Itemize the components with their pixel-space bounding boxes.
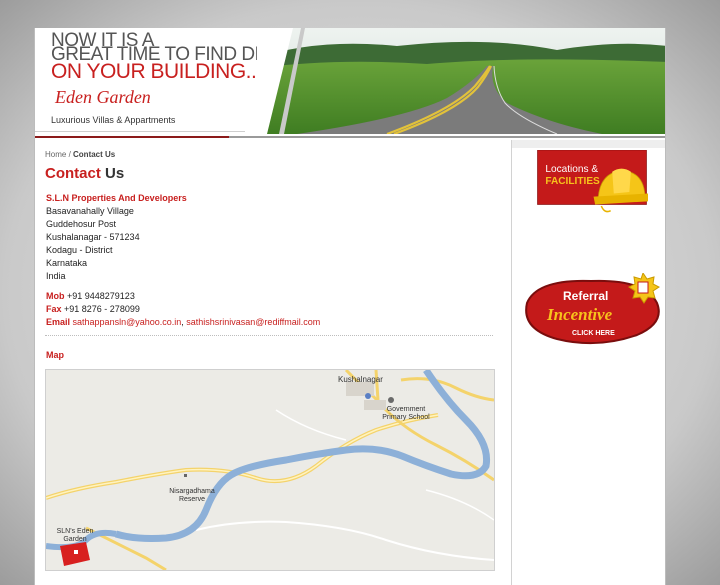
fax-label: Fax <box>46 304 62 314</box>
road-landscape-image <box>257 28 665 134</box>
mobile-row: Mob +91 9448279123 <box>46 290 320 303</box>
banner-divider <box>35 131 245 132</box>
click-here-text: CLICK HERE <box>572 330 615 337</box>
address-line: Karnataka <box>46 258 88 268</box>
page-background: NOW IT IS A GREAT TIME TO FIND DEALS ON … <box>0 0 720 585</box>
map-label-site: SLN's Eden Garden <box>56 528 94 543</box>
page-container: NOW IT IS A GREAT TIME TO FIND DEALS ON … <box>34 28 666 585</box>
banner-gray-rule <box>229 136 665 138</box>
map-label-reserve: Nisargadhama Reserve <box>169 488 215 503</box>
page-title-highlight: Contact <box>45 165 101 182</box>
locations-text: Locations & <box>545 164 598 175</box>
page-title-rest: Us <box>100 165 125 182</box>
map-canvas <box>46 370 494 570</box>
banner-slogan-line-3: ON YOUR BUILDING... <box>51 60 262 83</box>
incentive-text: Incentive <box>546 305 613 324</box>
map-label-town: Kushalnagar <box>338 375 383 384</box>
page-title: Contact Us <box>45 165 124 182</box>
email-link-2[interactable]: sathishsrinivasan@rediffmail.com <box>186 317 320 327</box>
address-line: Kushalanagar - 571234 <box>46 232 140 242</box>
referral-incentive-banner[interactable]: Referral Incentive CLICK HERE <box>517 273 665 351</box>
contact-details: Mob +91 9448279123 Fax +91 8276 - 278099… <box>46 290 320 329</box>
fax-row: Fax +91 8276 - 278099 <box>46 303 320 316</box>
banner-red-rule <box>35 136 229 138</box>
address-line: India <box>46 271 66 281</box>
brand-logo[interactable]: Eden Garden <box>55 87 151 108</box>
address-block: S.L.N Properties And Developers Basavana… <box>46 192 187 283</box>
fax-value: +91 8276 - 278099 <box>61 304 140 314</box>
map-heading: Map <box>46 350 64 360</box>
breadcrumb-home-link[interactable]: Home <box>45 150 66 159</box>
email-label: Email <box>46 317 71 327</box>
breadcrumb: Home / Contact Us <box>45 150 115 159</box>
mobile-label: Mob <box>46 291 65 301</box>
locations-facilities-banner[interactable]: Locations & FACILITIES <box>522 150 662 220</box>
mobile-value: +91 9448279123 <box>64 291 135 301</box>
email-row: Email sathappansln@yahoo.co.in, sathishs… <box>46 316 320 329</box>
referral-text: Referral <box>563 289 608 303</box>
email-link-1[interactable]: sathappansln@yahoo.co.in <box>73 317 182 327</box>
header-banner: NOW IT IS A GREAT TIME TO FIND DEALS ON … <box>35 28 665 138</box>
section-divider <box>45 335 493 336</box>
location-map[interactable]: Kushalnagar Government Primary School Ni… <box>45 369 495 571</box>
brand-tagline: Luxurious Villas & Appartments <box>51 115 176 125</box>
sidebar-top-strip <box>512 140 665 148</box>
main-content: Home / Contact Us Contact Us S.L.N Prope… <box>35 140 512 585</box>
breadcrumb-current: Contact Us <box>73 150 116 159</box>
company-name: S.L.N Properties And Developers <box>46 193 187 203</box>
address-line: Guddehosur Post <box>46 219 117 229</box>
facilities-text: FACILITIES <box>545 176 600 187</box>
map-label-school: Government Primary School <box>382 406 430 421</box>
sidebar: Locations & FACILITIES Referral Incentiv… <box>512 140 665 585</box>
address-line: Basavanahally Village <box>46 206 134 216</box>
address-line: Kodagu - District <box>46 245 113 255</box>
breadcrumb-separator: / <box>66 150 74 159</box>
